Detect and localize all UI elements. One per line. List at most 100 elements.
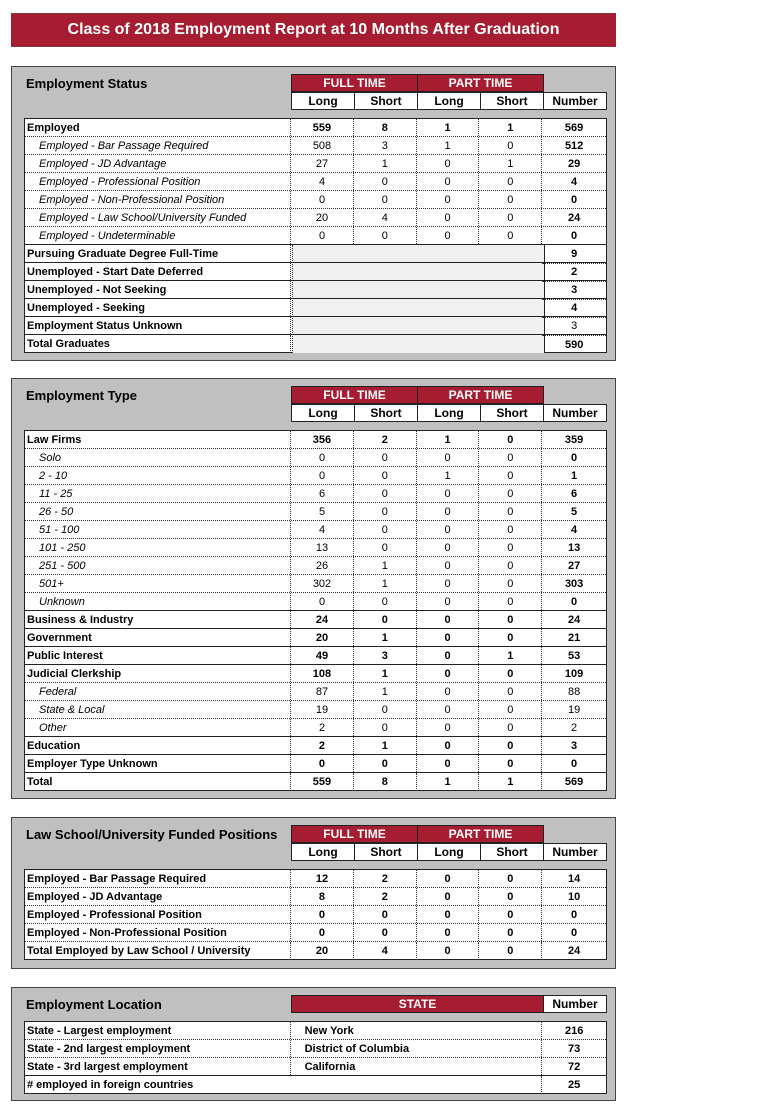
number-cell: 2 bbox=[571, 721, 578, 734]
row-label: Employed - Non-Professional Position bbox=[25, 924, 292, 941]
table-row: Employment Status Unknown 3 bbox=[25, 317, 606, 335]
ft-long-header: Long bbox=[291, 404, 355, 422]
table-row: 501+ 302 1 0 0 303 bbox=[25, 575, 606, 593]
ft-short-cell: 0 bbox=[354, 924, 417, 941]
row-label: Employed - Professional Position bbox=[25, 173, 292, 190]
ft-short-cell: 0 bbox=[354, 191, 417, 208]
ft-short-cell: 1 bbox=[354, 557, 417, 574]
row-label: Unknown bbox=[25, 593, 292, 610]
table-row: Education 2 1 0 0 3 bbox=[25, 737, 606, 755]
ft-long-cell: 0 bbox=[291, 593, 354, 610]
table-row: Total Employed by Law School / Universit… bbox=[25, 942, 606, 960]
number-cell: 1 bbox=[571, 469, 578, 482]
pt-short-cell: 0 bbox=[479, 431, 543, 448]
state-cell: District of Columbia bbox=[291, 1040, 543, 1057]
ft-short-cell: 1 bbox=[354, 683, 417, 700]
pt-long-cell: 0 bbox=[417, 737, 480, 754]
pt-long-header: Long bbox=[417, 843, 481, 861]
ft-short-cell: 4 bbox=[354, 942, 417, 960]
ft-long-cell: 0 bbox=[291, 924, 354, 941]
number-cell: 2 bbox=[542, 263, 606, 280]
part-time-header: PART TIME bbox=[417, 825, 544, 843]
ft-long-cell: 559 bbox=[291, 119, 354, 136]
table-row: Business & Industry 24 0 0 0 24 bbox=[25, 611, 606, 629]
row-label: State & Local bbox=[25, 701, 292, 718]
number-cell: 6 bbox=[571, 487, 578, 500]
table-row: Federal 87 1 0 0 88 bbox=[25, 683, 606, 701]
number-cell: 3 bbox=[542, 317, 606, 334]
pt-long-cell: 0 bbox=[417, 647, 480, 664]
pt-short-cell: 0 bbox=[479, 737, 543, 754]
ft-long-cell: 2 bbox=[291, 719, 354, 736]
part-time-header: PART TIME bbox=[417, 74, 544, 92]
pt-long-cell: 0 bbox=[417, 665, 480, 682]
ft-long-cell: 26 bbox=[291, 557, 354, 574]
full-time-header: FULL TIME bbox=[291, 74, 418, 92]
table-row: Unknown 0 0 0 0 0 bbox=[25, 593, 606, 611]
number-cell: 53 bbox=[567, 649, 581, 662]
ft-short-header: Short bbox=[354, 843, 418, 861]
row-label: Total bbox=[25, 773, 292, 791]
pt-long-cell: 0 bbox=[417, 683, 480, 700]
table-row: 2 - 10 0 0 1 0 1 bbox=[25, 467, 606, 485]
pt-long-cell: 1 bbox=[417, 431, 480, 448]
employment-type-table: Law Firms 356 2 1 0 359 Solo 0 0 0 0 0 2 - 10 0 0 1 0 1 11… bbox=[24, 430, 607, 791]
ft-short-cell: 8 bbox=[354, 773, 417, 791]
row-label: State - 3rd largest employment bbox=[25, 1058, 291, 1075]
ft-short-cell: 0 bbox=[354, 467, 417, 484]
row-label: Employed - Professional Position bbox=[25, 906, 292, 923]
employment-status-table: Employed 559 8 1 1 569 Employed - Bar Passage … bbox=[24, 118, 607, 353]
table-row: Employer Type Unknown 0 0 0 0 0 bbox=[25, 755, 606, 773]
pt-long-cell: 1 bbox=[417, 773, 480, 791]
pt-long-cell: 0 bbox=[417, 629, 480, 646]
ft-long-cell: 356 bbox=[291, 431, 354, 448]
pt-short-cell: 0 bbox=[479, 870, 543, 887]
pt-long-cell: 0 bbox=[417, 870, 480, 887]
ft-short-cell: 3 bbox=[354, 137, 417, 154]
section-title: Law School/University Funded Positions bbox=[26, 827, 278, 842]
pt-short-cell: 0 bbox=[479, 683, 543, 700]
row-label: Employed - Bar Passage Required bbox=[25, 137, 292, 154]
number-cell: 73 bbox=[568, 1042, 581, 1055]
table-row: Government 20 1 0 0 21 bbox=[25, 629, 606, 647]
row-label: Employed - Bar Passage Required bbox=[25, 870, 292, 887]
ft-short-cell: 0 bbox=[354, 521, 417, 538]
ft-short-cell: 2 bbox=[354, 431, 417, 448]
pt-long-cell: 0 bbox=[417, 155, 480, 172]
ft-short-cell: 0 bbox=[354, 755, 417, 772]
ft-short-cell: 0 bbox=[354, 719, 417, 736]
pt-long-cell: 0 bbox=[417, 173, 480, 190]
ft-short-cell: 0 bbox=[354, 449, 417, 466]
number-cell: 0 bbox=[571, 757, 578, 770]
blank-spacer bbox=[291, 335, 543, 353]
pt-short-cell: 0 bbox=[479, 665, 543, 682]
number-cell: 10 bbox=[567, 890, 581, 903]
ft-long-cell: 0 bbox=[291, 449, 354, 466]
row-label: Unemployed - Seeking bbox=[25, 299, 291, 316]
pt-short-cell: 1 bbox=[479, 647, 543, 664]
row-label: Unemployed - Not Seeking bbox=[25, 281, 291, 298]
table-row: 26 - 50 5 0 0 0 5 bbox=[25, 503, 606, 521]
pt-short-cell: 0 bbox=[479, 575, 543, 592]
row-label: Total Graduates bbox=[25, 335, 291, 353]
row-label: Judicial Clerkship bbox=[25, 665, 292, 682]
pt-short-cell: 0 bbox=[479, 209, 543, 226]
section-title: Employment Type bbox=[26, 388, 138, 403]
pt-short-cell: 0 bbox=[479, 719, 543, 736]
blank-spacer bbox=[291, 317, 543, 334]
table-row: Employed - Non-Professional Position 0 0 0 0… bbox=[25, 191, 606, 209]
pt-long-cell: 0 bbox=[417, 924, 480, 941]
row-label: 101 - 250 bbox=[25, 539, 292, 556]
number-cell: 216 bbox=[564, 1024, 584, 1037]
number-cell: 3 bbox=[542, 281, 606, 298]
state-cell: New York bbox=[291, 1022, 543, 1039]
ft-short-header: Short bbox=[354, 404, 418, 422]
number-cell: 0 bbox=[571, 595, 578, 608]
ft-short-cell: 0 bbox=[354, 701, 417, 718]
row-label: # employed in foreign countries bbox=[25, 1076, 543, 1094]
pt-long-cell: 0 bbox=[417, 611, 480, 628]
blank-spacer bbox=[291, 281, 543, 298]
row-label: Government bbox=[25, 629, 292, 646]
table-row: Pursuing Graduate Degree Full-Time 9 bbox=[25, 245, 606, 263]
pt-long-cell: 1 bbox=[417, 119, 480, 136]
